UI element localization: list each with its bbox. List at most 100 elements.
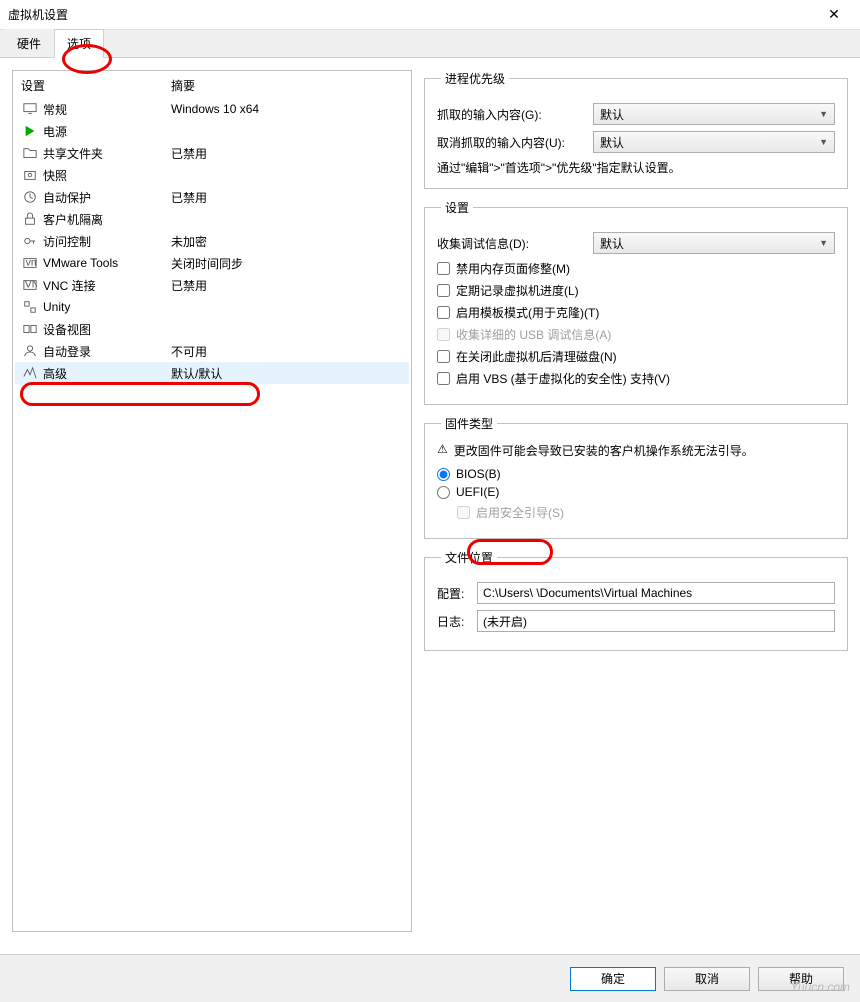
- list-item-device[interactable]: 设备视图: [15, 318, 409, 340]
- auto-icon: [21, 343, 39, 359]
- cb-template-label: 启用模板模式(用于克隆)(T): [456, 304, 599, 321]
- adv-icon: [21, 365, 39, 381]
- list-item-lock[interactable]: 客户机隔离: [15, 208, 409, 230]
- priority-legend: 进程优先级: [441, 70, 509, 87]
- chevron-down-icon: ▼: [819, 238, 828, 248]
- play-icon: [21, 123, 39, 139]
- warning-icon: ⚠: [437, 442, 448, 456]
- item-name: 常规: [43, 101, 171, 118]
- cb-disable-trim-label: 禁用内存页面修整(M): [456, 260, 570, 277]
- grabbed-dropdown[interactable]: 默认▼: [593, 103, 835, 125]
- cb-vbs-label: 启用 VBS (基于虚拟化的安全性) 支持(V): [456, 370, 670, 387]
- list-item-unity[interactable]: Unity: [15, 296, 409, 318]
- list-item-adv[interactable]: 高级默认/默认: [15, 362, 409, 384]
- settings-list: 设置 摘要 常规Windows 10 x64电源共享文件夹已禁用快照自动保护已禁…: [12, 70, 412, 932]
- item-summary: 已禁用: [171, 145, 403, 162]
- header-setting: 设置: [21, 77, 171, 94]
- camera-icon: [21, 167, 39, 183]
- item-name: 设备视图: [43, 321, 171, 338]
- list-item-folder[interactable]: 共享文件夹已禁用: [15, 142, 409, 164]
- cb-disable-trim[interactable]: [437, 262, 450, 275]
- item-name: 自动登录: [43, 343, 171, 360]
- debug-dropdown[interactable]: 默认▼: [593, 232, 835, 254]
- settings-legend: 设置: [441, 199, 473, 216]
- tab-strip: 硬件 选项: [0, 30, 860, 58]
- cb-log-progress[interactable]: [437, 284, 450, 297]
- tab-options[interactable]: 选项: [54, 29, 104, 58]
- item-name: 客户机隔离: [43, 211, 171, 228]
- item-name: VMware Tools: [43, 256, 171, 270]
- list-header: 设置 摘要: [15, 73, 409, 98]
- item-summary: 默认/默认: [171, 365, 403, 382]
- debug-label: 收集调试信息(D):: [437, 235, 593, 252]
- radio-uefi[interactable]: [437, 486, 450, 499]
- cb-usb-debug: [437, 328, 450, 341]
- list-item-vnc[interactable]: VNCVNC 连接已禁用: [15, 274, 409, 296]
- item-name: 高级: [43, 365, 171, 382]
- unity-icon: [21, 299, 39, 315]
- item-name: 自动保护: [43, 189, 171, 206]
- watermark: Yuucn.com: [790, 980, 850, 994]
- list-item-clock[interactable]: 自动保护已禁用: [15, 186, 409, 208]
- folder-icon: [21, 145, 39, 161]
- cb-secure-boot-label: 启用安全引导(S): [476, 504, 564, 521]
- cb-clean-disk-label: 在关闭此虚拟机后清理磁盘(N): [456, 348, 617, 365]
- list-item-vm[interactable]: vmVMware Tools关闭时间同步: [15, 252, 409, 274]
- titlebar: 虚拟机设置 ✕: [0, 0, 860, 30]
- priority-group: 进程优先级 抓取的输入内容(G): 默认▼ 取消抓取的输入内容(U): 默认▼ …: [424, 70, 848, 189]
- item-summary: 不可用: [171, 343, 403, 360]
- list-item-play[interactable]: 电源: [15, 120, 409, 142]
- grabbed-label: 抓取的输入内容(G):: [437, 106, 593, 123]
- vm-icon: vm: [21, 255, 39, 271]
- firmware-group: 固件类型 ⚠ 更改固件可能会导致已安装的客户机操作系统无法引导。 BIOS(B)…: [424, 415, 848, 539]
- item-name: Unity: [43, 300, 171, 314]
- list-item-camera[interactable]: 快照: [15, 164, 409, 186]
- config-path-input[interactable]: C:\Users\ \Documents\Virtual Machines: [477, 582, 835, 604]
- monitor-icon: [21, 101, 39, 117]
- list-item-monitor[interactable]: 常规Windows 10 x64: [15, 98, 409, 120]
- vnc-icon: VNC: [21, 277, 39, 293]
- log-label: 日志:: [437, 613, 477, 630]
- chevron-down-icon: ▼: [819, 109, 828, 119]
- lock-icon: [21, 211, 39, 227]
- firmware-warning: 更改固件可能会导致已安装的客户机操作系统无法引导。: [454, 442, 754, 459]
- svg-text:VNC: VNC: [25, 279, 37, 291]
- cb-template[interactable]: [437, 306, 450, 319]
- settings-group: 设置 收集调试信息(D): 默认▼ 禁用内存页面修整(M) 定期记录虚拟机进度(…: [424, 199, 848, 405]
- header-summary: 摘要: [171, 77, 195, 94]
- chevron-down-icon: ▼: [819, 137, 828, 147]
- device-icon: [21, 321, 39, 337]
- ungrabbed-dropdown[interactable]: 默认▼: [593, 131, 835, 153]
- content-area: 设置 摘要 常规Windows 10 x64电源共享文件夹已禁用快照自动保护已禁…: [0, 58, 860, 944]
- cb-secure-boot: [457, 506, 470, 519]
- config-label: 配置:: [437, 585, 477, 602]
- clock-icon: [21, 189, 39, 205]
- log-path-input[interactable]: (未开启): [477, 610, 835, 632]
- item-summary: Windows 10 x64: [171, 102, 403, 116]
- cb-clean-disk[interactable]: [437, 350, 450, 363]
- cancel-button[interactable]: 取消: [664, 967, 750, 991]
- options-panel: 进程优先级 抓取的输入内容(G): 默认▼ 取消抓取的输入内容(U): 默认▼ …: [424, 70, 848, 932]
- cb-usb-debug-label: 收集详细的 USB 调试信息(A): [456, 326, 611, 343]
- svg-text:vm: vm: [26, 257, 37, 269]
- list-item-auto[interactable]: 自动登录不可用: [15, 340, 409, 362]
- window-title: 虚拟机设置: [8, 6, 816, 23]
- cb-vbs[interactable]: [437, 372, 450, 385]
- button-bar: 确定 取消 帮助: [0, 954, 860, 1002]
- key-icon: [21, 233, 39, 249]
- ok-button[interactable]: 确定: [570, 967, 656, 991]
- item-name: VNC 连接: [43, 277, 171, 294]
- cb-log-progress-label: 定期记录虚拟机进度(L): [456, 282, 579, 299]
- firmware-legend: 固件类型: [441, 415, 497, 432]
- item-name: 访问控制: [43, 233, 171, 250]
- item-name: 共享文件夹: [43, 145, 171, 162]
- priority-note: 通过"编辑">"首选项">"优先级"指定默认设置。: [437, 159, 835, 176]
- item-name: 电源: [43, 123, 171, 140]
- tab-hardware[interactable]: 硬件: [4, 29, 54, 57]
- close-icon[interactable]: ✕: [816, 6, 852, 23]
- radio-bios[interactable]: [437, 468, 450, 481]
- list-item-key[interactable]: 访问控制未加密: [15, 230, 409, 252]
- radio-uefi-label: UEFI(E): [456, 485, 499, 499]
- ungrabbed-label: 取消抓取的输入内容(U):: [437, 134, 593, 151]
- file-location-legend: 文件位置: [441, 549, 497, 566]
